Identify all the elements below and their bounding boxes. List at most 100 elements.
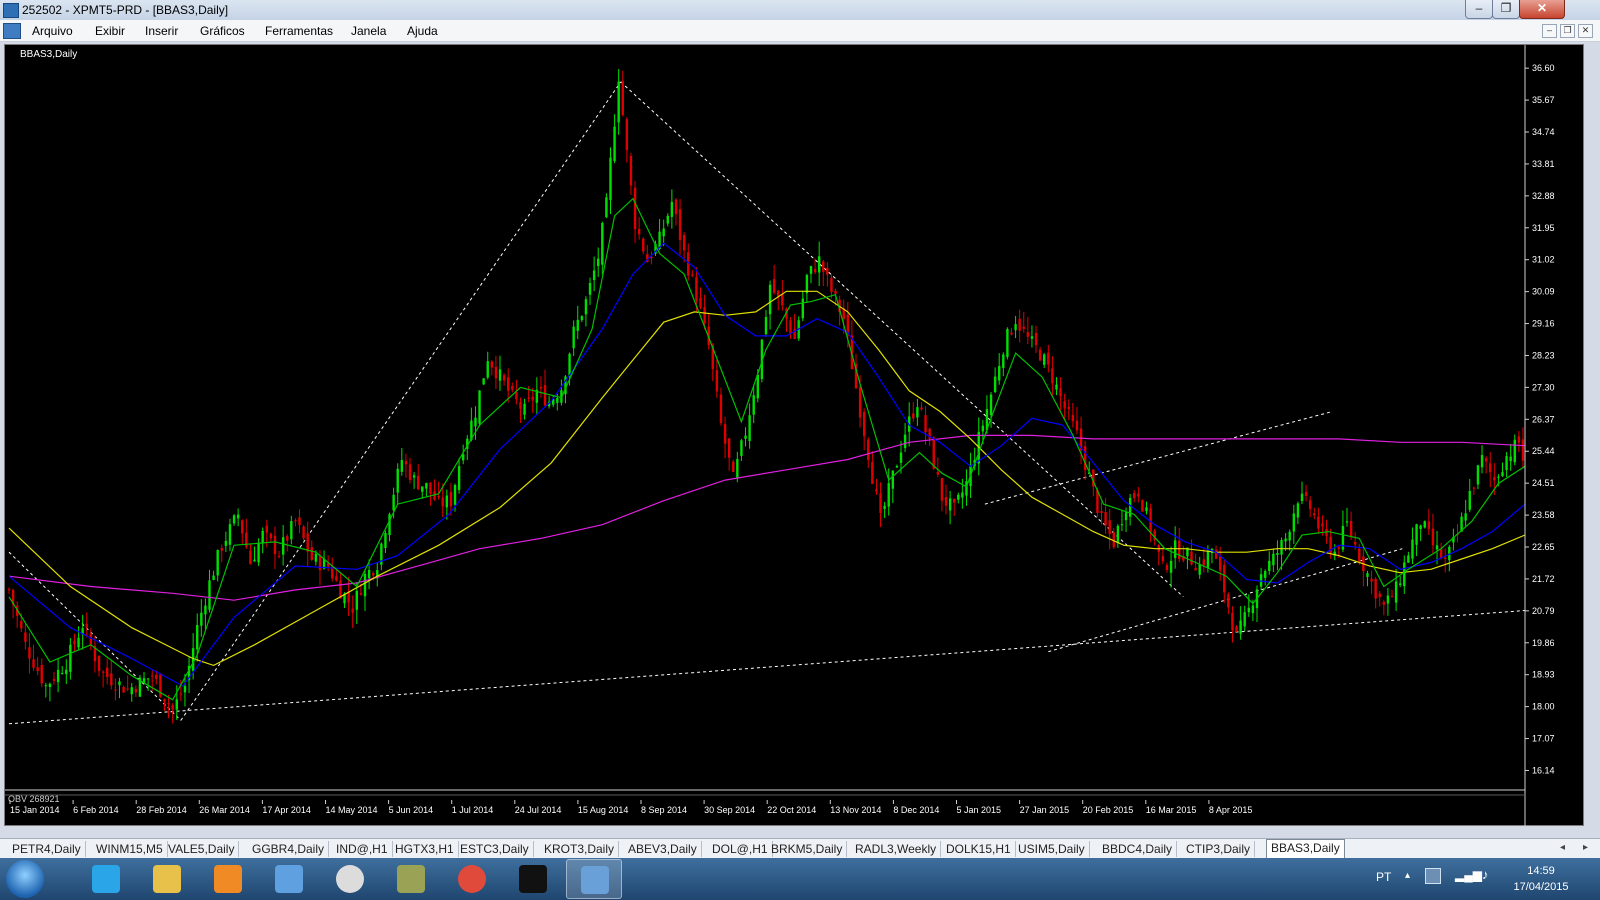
candle-body bbox=[1047, 352, 1050, 365]
candle-body bbox=[1010, 332, 1013, 335]
candle-body bbox=[359, 593, 363, 595]
candle-body bbox=[1006, 328, 1009, 358]
price-tick-label: 19.86 bbox=[1532, 638, 1555, 648]
tray-arrow-icon[interactable]: ▴ bbox=[1405, 870, 1410, 881]
candle-body bbox=[752, 395, 755, 415]
candle-body bbox=[1378, 593, 1381, 598]
symbol-tab[interactable]: VALE5,Daily bbox=[164, 841, 240, 857]
taskbar-button[interactable] bbox=[505, 859, 561, 899]
tab-scroll-right-button[interactable]: ▸ bbox=[1583, 842, 1588, 853]
tab-scroll-left-button[interactable]: ◂ bbox=[1560, 842, 1565, 853]
window-title: 252502 - XPMT5-PRD - [BBAS3,Daily] bbox=[22, 3, 229, 17]
menu-arquivo[interactable]: Arquivo bbox=[32, 24, 73, 38]
tray-clock[interactable]: 14:59 17/04/2015 bbox=[1506, 863, 1576, 895]
candle-body bbox=[441, 497, 444, 507]
minimize-button[interactable]: – bbox=[1465, 0, 1493, 19]
candle-body bbox=[24, 632, 27, 642]
symbol-tab[interactable]: KROT3,Daily bbox=[540, 841, 620, 857]
symbol-tab[interactable]: RADL3,Weekly bbox=[851, 841, 942, 857]
language-indicator[interactable]: PT bbox=[1376, 870, 1391, 884]
candle-body bbox=[1374, 578, 1377, 599]
candle-body bbox=[7, 589, 11, 591]
symbol-tab[interactable]: ESTC3,Daily bbox=[456, 841, 534, 857]
taskbar-button[interactable] bbox=[383, 859, 439, 899]
date-tick-label: 15 Aug 2014 bbox=[578, 805, 629, 815]
symbol-tab[interactable]: DOLK15,H1 bbox=[942, 841, 1016, 857]
candle-body bbox=[1104, 512, 1107, 526]
candle-body bbox=[286, 536, 289, 541]
candle-body bbox=[437, 496, 440, 498]
date-tick-label: 27 Jan 2015 bbox=[1020, 805, 1070, 815]
candle-body bbox=[1214, 549, 1218, 559]
candle-body bbox=[257, 543, 260, 563]
symbol-tab[interactable]: IND@,H1 bbox=[332, 841, 393, 857]
archive-icon bbox=[397, 865, 425, 893]
menu-ferramentas[interactable]: Ferramentas bbox=[265, 24, 333, 38]
taskbar-button[interactable] bbox=[261, 859, 317, 899]
candle-body bbox=[1358, 548, 1361, 562]
candle-body bbox=[940, 478, 944, 501]
menu-janela[interactable]: Janela bbox=[351, 24, 386, 38]
chart-window[interactable]: 36.60 35.67 34.74 33.81 32.88 31.95 31.02 30.09… bbox=[4, 44, 1585, 827]
symbol-tab[interactable]: BRKM5,Daily bbox=[767, 841, 848, 857]
close-button[interactable]: ✕ bbox=[1519, 0, 1565, 19]
candle-body bbox=[1263, 571, 1267, 578]
candle-body bbox=[1059, 388, 1062, 397]
symbol-tab[interactable]: PETR4,Daily bbox=[8, 841, 86, 857]
candle-body bbox=[1038, 349, 1042, 361]
symbol-tab[interactable]: BBDC4,Daily bbox=[1098, 841, 1178, 857]
symbol-tab[interactable]: BBAS3,Daily bbox=[1266, 839, 1345, 859]
taskbar-button[interactable] bbox=[566, 859, 622, 899]
candle-body bbox=[367, 569, 371, 579]
volume-icon[interactable]: ♪ bbox=[1482, 867, 1489, 882]
start-button[interactable] bbox=[6, 860, 44, 898]
candle-body bbox=[543, 385, 547, 406]
candle-body bbox=[666, 215, 669, 224]
candle-body bbox=[920, 407, 923, 410]
taskbar-button[interactable] bbox=[444, 859, 500, 899]
candle-body bbox=[674, 199, 678, 215]
price-chart[interactable]: 36.60 35.67 34.74 33.81 32.88 31.95 31.02 30.09… bbox=[5, 45, 1585, 827]
mdi-minimize-button[interactable]: – bbox=[1542, 24, 1557, 38]
candle-body bbox=[732, 461, 735, 472]
action-center-icon[interactable] bbox=[1425, 868, 1441, 884]
menu-graficos[interactable]: Gráficos bbox=[200, 24, 245, 38]
price-tick-label: 33.81 bbox=[1532, 159, 1555, 169]
candle-body bbox=[404, 460, 408, 465]
network-icon bbox=[275, 865, 303, 893]
internet-explorer-icon bbox=[92, 865, 120, 893]
menu-bar: Arquivo Exibir Inserir Gráficos Ferramen… bbox=[0, 20, 1600, 42]
price-tick-label: 23.58 bbox=[1532, 510, 1555, 520]
mdi-restore-button[interactable]: ❐ bbox=[1560, 24, 1575, 38]
chart-window-icon[interactable] bbox=[3, 23, 21, 39]
symbol-tab[interactable]: ABEV3,Daily bbox=[624, 841, 702, 857]
taskbar-button[interactable] bbox=[200, 859, 256, 899]
candle-body bbox=[952, 498, 956, 503]
candle-body bbox=[998, 366, 1001, 381]
signal-icon[interactable]: ▂▄▆ bbox=[1455, 868, 1482, 882]
symbol-tab[interactable]: GGBR4,Daily bbox=[248, 841, 330, 857]
symbol-tab[interactable]: HGTX3,H1 bbox=[391, 841, 459, 857]
restore-button[interactable]: ❐ bbox=[1492, 0, 1520, 19]
candle-body bbox=[1464, 513, 1467, 521]
symbol-tab[interactable]: CTIP3,Daily bbox=[1182, 841, 1256, 857]
price-tick-label: 20.79 bbox=[1532, 606, 1555, 616]
candle-body bbox=[580, 316, 584, 321]
candle-body bbox=[1280, 540, 1283, 555]
taskbar-button[interactable] bbox=[78, 859, 134, 899]
symbol-tab[interactable]: WINM15,M5 bbox=[92, 841, 168, 857]
taskbar-button[interactable] bbox=[139, 859, 195, 899]
symbol-tab[interactable]: USIM5,Daily bbox=[1014, 841, 1090, 857]
menu-inserir[interactable]: Inserir bbox=[145, 24, 178, 38]
mdi-close-button[interactable]: ✕ bbox=[1578, 24, 1593, 38]
menu-exibir[interactable]: Exibir bbox=[95, 24, 125, 38]
candle-body bbox=[871, 461, 874, 484]
menu-ajuda[interactable]: Ajuda bbox=[407, 24, 438, 38]
candle-body bbox=[883, 505, 886, 509]
candle-body bbox=[748, 415, 751, 442]
candle-body bbox=[249, 550, 252, 565]
candle-body bbox=[1386, 595, 1390, 604]
taskbar-button[interactable] bbox=[322, 859, 378, 899]
candle-body bbox=[539, 386, 543, 389]
symbol-tab[interactable]: DOL@,H1 bbox=[708, 841, 773, 857]
